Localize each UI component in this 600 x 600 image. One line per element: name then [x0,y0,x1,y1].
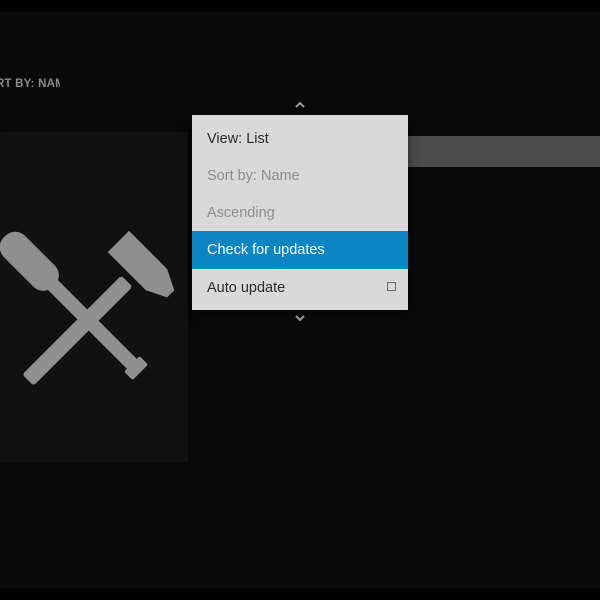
menu-item-auto-update[interactable]: Auto update [192,269,408,307]
menu-item-sort-by[interactable]: Sort by: Name [192,157,408,195]
list-item-highlight[interactable] [407,136,600,167]
checkbox-icon[interactable] [387,282,396,291]
menu-item-view[interactable]: View: List [192,120,408,158]
menu-item-check-updates[interactable]: Check for updates [192,231,408,269]
menu-item-order[interactable]: Ascending [192,194,408,232]
bottom-bar [0,588,600,600]
top-bar [0,0,600,12]
sort-indicator: RT BY: NAM [0,78,60,90]
menu-item-auto-update-label: Auto update [207,280,286,296]
context-menu: View: List Sort by: Name Ascending Check… [192,115,408,310]
chevron-down-icon[interactable] [293,313,307,323]
tools-icon [0,230,175,385]
chevron-up-icon[interactable] [293,100,307,110]
addon-thumbnail[interactable] [0,132,188,462]
